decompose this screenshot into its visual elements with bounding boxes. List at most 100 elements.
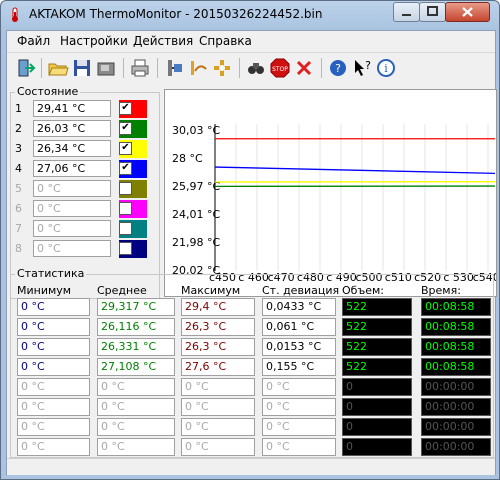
stop-button[interactable]: STOP (269, 57, 291, 79)
stat-column-header: Объем: (342, 284, 384, 297)
channel-visible-checkbox[interactable] (119, 222, 132, 235)
channel-visible-checkbox[interactable]: ✔ (119, 162, 132, 175)
stat-column-header: Минимум (17, 284, 72, 297)
menu-file[interactable]: Файл (17, 34, 50, 48)
stat-max-cell: 0 °C (181, 398, 255, 416)
menu-help[interactable]: Справка (199, 34, 252, 48)
stat-min-cell: 0 °C (17, 338, 90, 356)
save-as-icon (95, 62, 117, 82)
stat-time-cell: 00:00:00 (421, 398, 491, 416)
stat-column-header: Максимум (181, 284, 241, 297)
context-help-icon: ? (351, 59, 373, 82)
stat-min-cell: 0 °C (17, 378, 90, 396)
record-button[interactable] (187, 57, 209, 79)
channel-visible-checkbox[interactable] (119, 242, 132, 255)
stat-max-cell: 0 °C (181, 438, 255, 456)
chart-plot: 30,03 °C28 °C25,97 °C24,01 °C21,98 °C20,… (172, 124, 500, 284)
connect-device-button[interactable] (163, 57, 185, 79)
exit-button[interactable] (15, 57, 37, 79)
stat-column-header: Время: (421, 284, 461, 297)
help-button[interactable]: ? (327, 57, 349, 79)
help-icon: ? (327, 60, 349, 82)
minimize-button[interactable] (393, 2, 420, 22)
stat-time-cell: 00:08:58 (421, 338, 491, 356)
stat-time-cell: 00:00:00 (421, 378, 491, 396)
window-title: AKTAKOM ThermoMonitor - 20150326224452.b… (29, 7, 323, 21)
channel-visible-checkbox[interactable]: ✔ (119, 122, 132, 135)
stat-avg-cell: 0 °C (97, 398, 175, 416)
channel-visible-checkbox[interactable]: ✔ (119, 142, 132, 155)
info-icon: i (375, 59, 397, 82)
stat-vol-cell: 0 (342, 398, 412, 416)
title-bar[interactable]: AKTAKOM ThermoMonitor - 20150326224452.b… (1, 1, 499, 29)
save-as-button[interactable] (95, 57, 117, 79)
stat-dev-cell: 0,061 °C (262, 318, 336, 336)
stat-vol-cell: 0 (342, 418, 412, 436)
channel-value: 0 °C (33, 200, 111, 217)
maximize-icon (420, 6, 445, 24)
stat-column-header: Ст. девиация (262, 284, 340, 297)
find-button[interactable] (245, 57, 267, 79)
close-button[interactable] (445, 2, 490, 22)
channel-value: 0 °C (33, 220, 111, 237)
device-settings-button[interactable] (211, 57, 233, 79)
channel-visible-checkbox[interactable]: ✔ (119, 102, 132, 115)
open-button[interactable] (47, 57, 69, 79)
stat-avg-cell: 29,317 °C (97, 298, 175, 316)
y-tick-label: 28 °C (172, 152, 203, 165)
stop-icon: STOP (269, 58, 291, 82)
stat-vol-cell: 522 (342, 358, 412, 376)
channel-number: 1 (15, 102, 22, 115)
channel-number: 3 (15, 142, 22, 155)
thermometer-app-icon (7, 7, 23, 23)
stat-min-cell: 0 °C (17, 418, 90, 436)
stat-vol-cell: 522 (342, 318, 412, 336)
print-button[interactable] (129, 57, 151, 79)
stat-dev-cell: 0,0433 °C (262, 298, 336, 316)
stat-avg-cell: 26,116 °C (97, 318, 175, 336)
stat-min-cell: 0 °C (17, 318, 90, 336)
status-bar (7, 458, 495, 475)
channel-number: 2 (15, 122, 22, 135)
stat-avg-cell: 0 °C (97, 378, 175, 396)
stat-time-cell: 00:08:58 (421, 318, 491, 336)
stat-max-cell: 0 °C (181, 378, 255, 396)
stat-avg-cell: 0 °C (97, 418, 175, 436)
context-help-button[interactable]: ? (351, 57, 373, 79)
channel-visible-checkbox[interactable] (119, 182, 132, 195)
channel-number: 5 (15, 182, 22, 195)
print-icon (129, 59, 151, 82)
device-settings-icon (211, 60, 233, 82)
stat-min-cell: 0 °C (17, 358, 90, 376)
save-icon (71, 60, 93, 82)
channel-visible-checkbox[interactable] (119, 202, 132, 215)
stat-min-cell: 0 °C (17, 398, 90, 416)
stat-column-header: Среднее (97, 284, 147, 297)
info-button[interactable]: i (375, 57, 397, 79)
stat-min-cell: 0 °C (17, 438, 90, 456)
y-tick-label: 30,03 °C (172, 124, 220, 137)
stat-vol-cell: 0 (342, 438, 412, 456)
channel-number: 4 (15, 162, 22, 175)
stat-dev-cell: 0 °C (262, 398, 336, 416)
stat-time-cell: 00:08:58 (421, 358, 491, 376)
stat-max-cell: 0 °C (181, 418, 255, 436)
save-button[interactable] (71, 57, 93, 79)
stat-time-cell: 00:08:58 (421, 298, 491, 316)
app-window: AKTAKOM ThermoMonitor - 20150326224452.b… (0, 0, 500, 480)
client-area: Файл Настройки Действия Справка STOP ? ?… (6, 30, 500, 475)
stat-dev-cell: 0 °C (262, 378, 336, 396)
menu-bar: Файл Настройки Действия Справка (7, 31, 495, 51)
open-folder-icon (47, 63, 69, 82)
maximize-button[interactable] (419, 2, 446, 22)
connect-device-icon (163, 60, 185, 82)
stat-vol-cell: 522 (342, 338, 412, 356)
svg-text:?: ? (365, 59, 371, 72)
menu-settings[interactable]: Настройки (60, 34, 128, 48)
stat-vol-cell: 0 (342, 378, 412, 396)
channel-value: 29,41 °C (33, 100, 111, 117)
delete-button[interactable] (293, 57, 315, 79)
stat-avg-cell: 0 °C (97, 438, 175, 456)
toolbar: STOP ? ? i (7, 52, 495, 83)
menu-actions[interactable]: Действия (133, 34, 193, 48)
